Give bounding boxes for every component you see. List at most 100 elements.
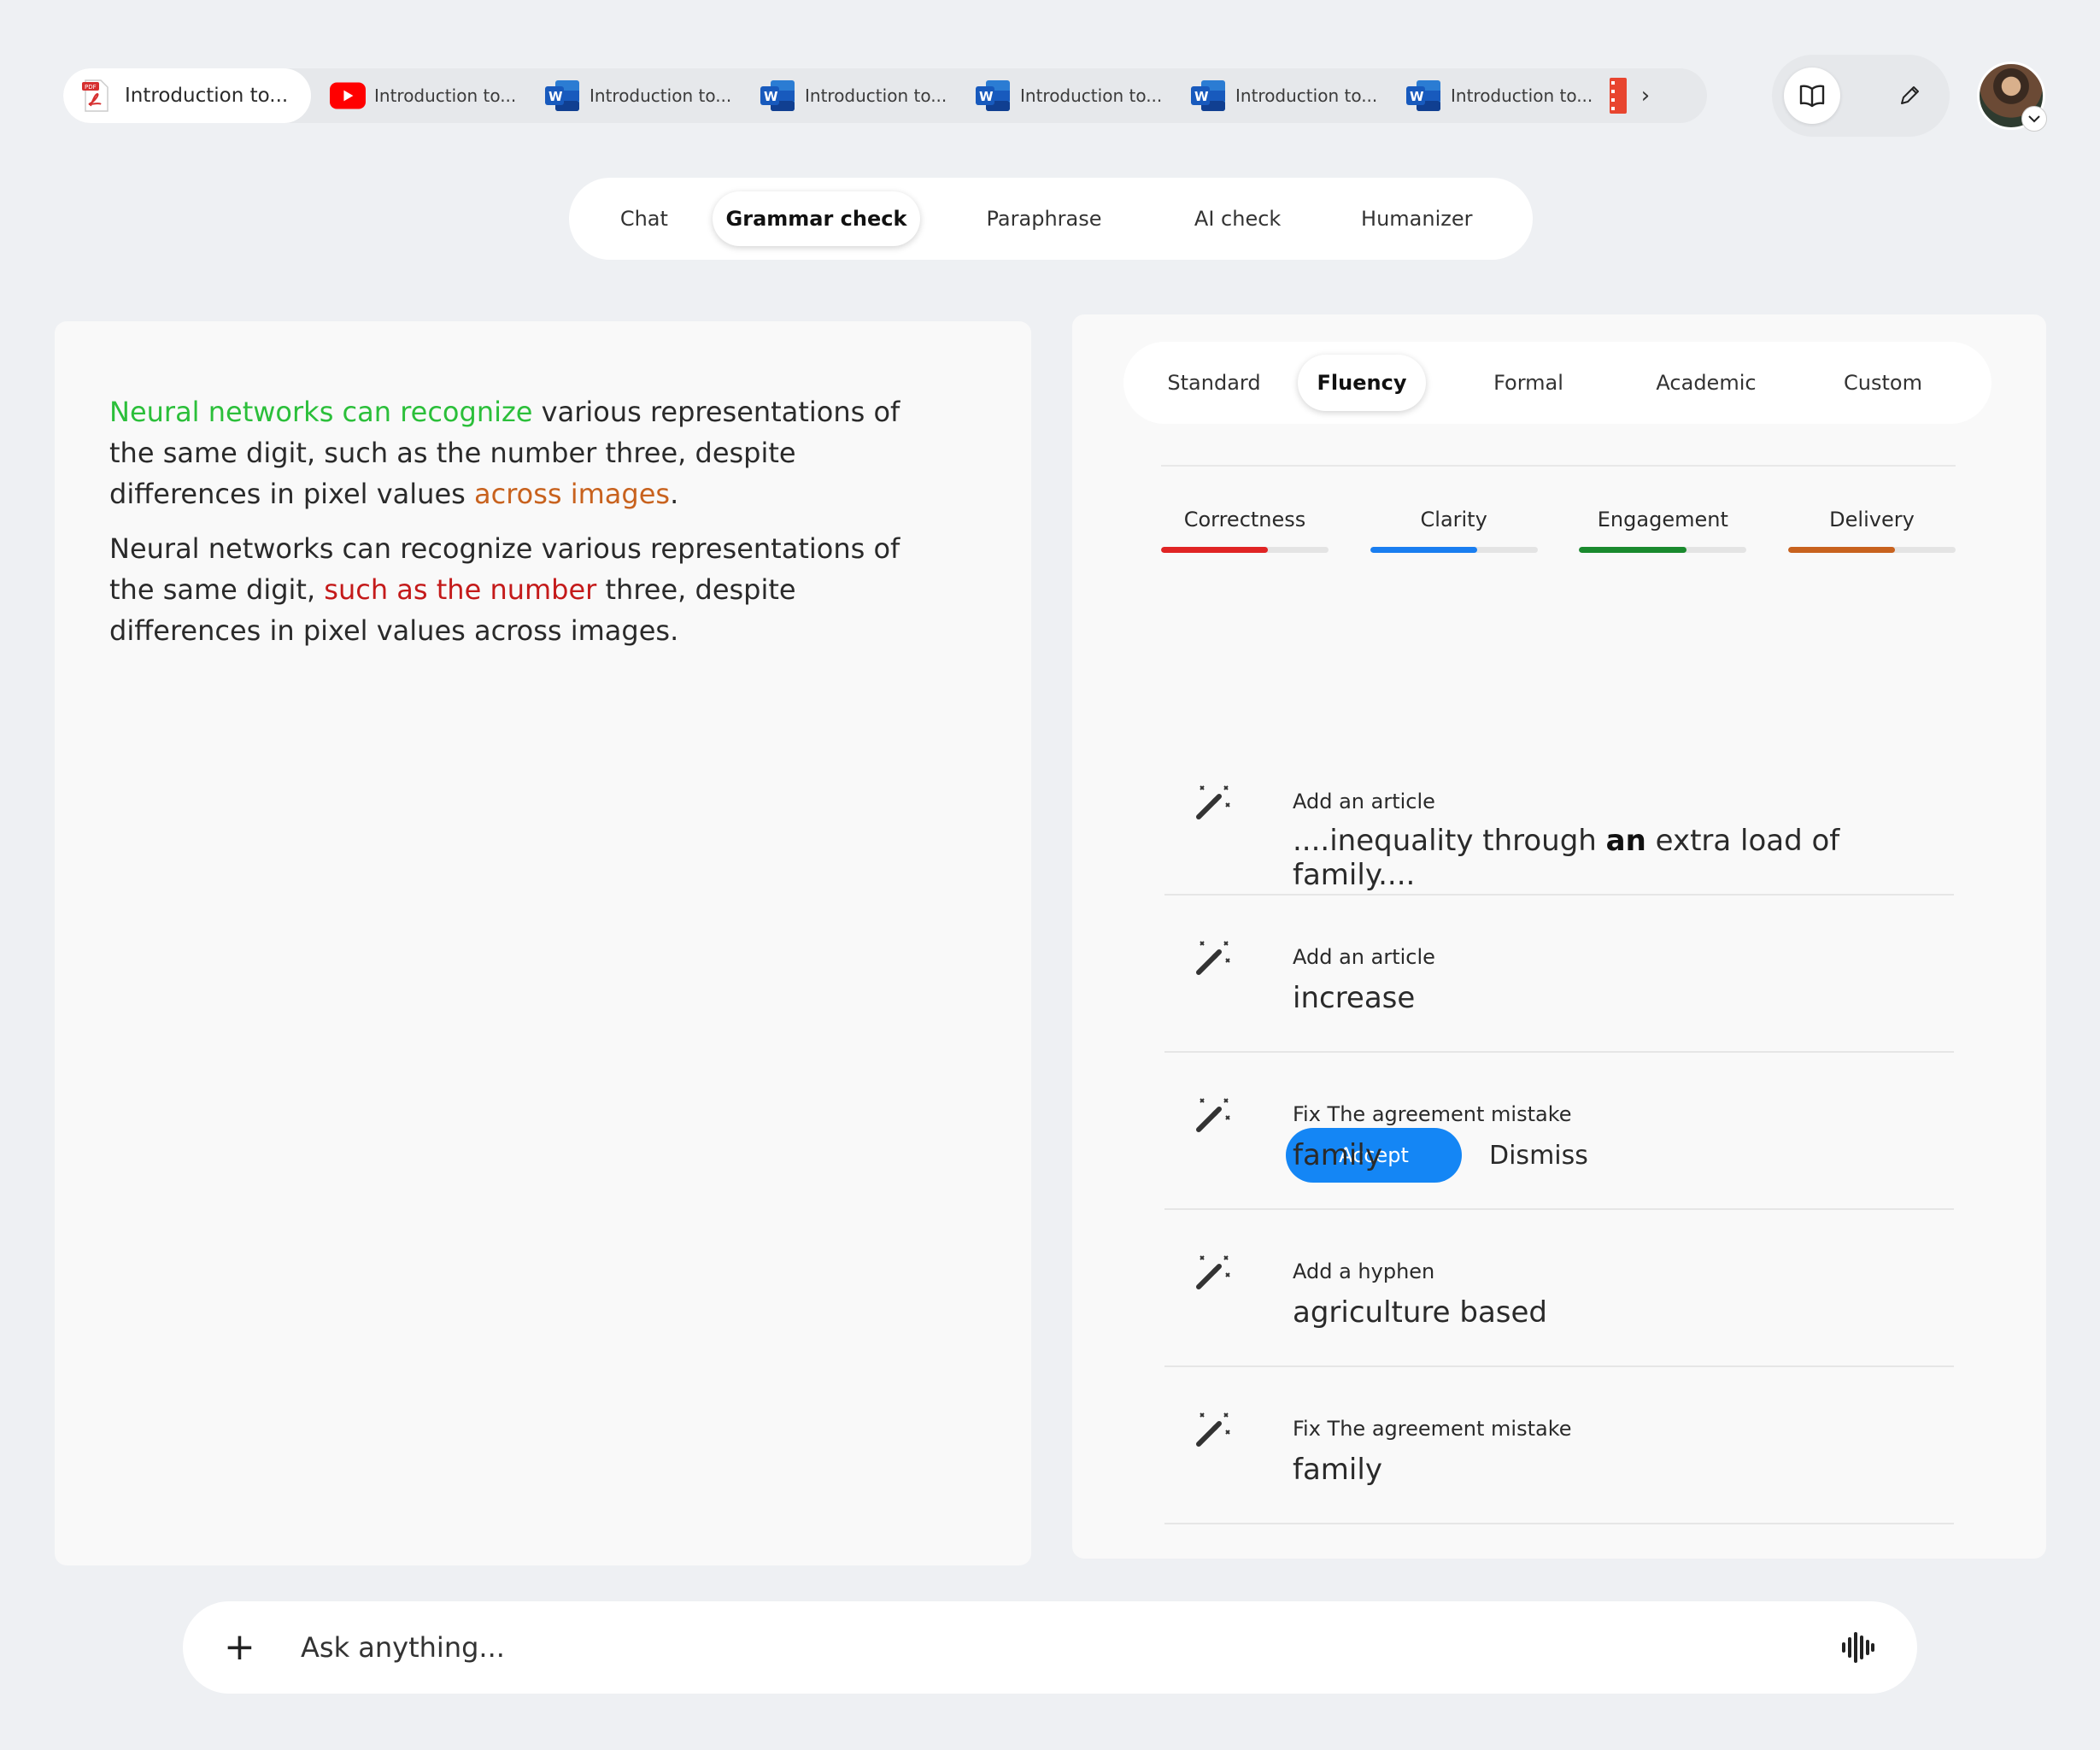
chevron-down-icon (2028, 115, 2040, 123)
tab-label: Introduction to... (1020, 85, 1163, 106)
style-formal[interactable]: Formal (1426, 355, 1631, 411)
metric-bar-fill (1787, 547, 1896, 553)
svg-text:W: W (979, 89, 994, 104)
view-tools (1772, 55, 1950, 137)
metric-bar-fill (1579, 547, 1686, 553)
suggestion-card[interactable]: Add an article increase (1164, 896, 1954, 1053)
suggestion-text: increase (1293, 981, 1416, 1015)
tab-pdf-introduction[interactable]: PDF Introduction to... (63, 68, 311, 123)
metric-bar-fill (1370, 547, 1478, 553)
book-open-icon (1799, 85, 1825, 108)
score-metrics: Correctness Clarity Engagement Delivery (1161, 508, 1956, 553)
account-menu-button[interactable] (2021, 106, 2047, 132)
suggestion-category: Fix The agreement mistake (1293, 1417, 1572, 1441)
ask-bar: + (183, 1601, 1917, 1694)
word-icon: W (1406, 78, 1442, 114)
video-file-icon (1610, 78, 1627, 114)
suggestion-category: Add an article (1293, 945, 1435, 969)
svg-text:W: W (548, 89, 563, 104)
metric-bar (1370, 547, 1538, 553)
mode-chat[interactable]: Chat (576, 191, 713, 246)
word-icon: W (760, 78, 796, 114)
tab-video-partial[interactable] (1603, 78, 1628, 114)
edit-mode-button[interactable] (1881, 68, 1938, 124)
mode-ai-check[interactable]: AI check (1168, 191, 1308, 246)
style-academic[interactable]: Academic (1631, 355, 1781, 411)
chevron-right-icon: › (1640, 83, 1651, 109)
metric-label: Correctness (1183, 508, 1306, 531)
tab-label: Introduction to... (1235, 85, 1378, 106)
inserted-word: an (1605, 824, 1646, 858)
suggestion-category: Add a hyphen (1293, 1260, 1435, 1283)
suggestion-text: family (1293, 1138, 1382, 1172)
divider (1161, 465, 1956, 467)
highlight-correctness[interactable]: such as the number (324, 573, 596, 606)
pdf-icon: PDF (79, 79, 113, 113)
tab-word-introduction-2[interactable]: W Introduction to... (742, 68, 957, 123)
mode-grammar-check[interactable]: Grammar check (712, 191, 921, 246)
word-icon: W (976, 78, 1012, 114)
metric-bar (1579, 547, 1747, 553)
tab-label: Introduction to... (125, 85, 289, 107)
metric-label: Delivery (1829, 508, 1915, 531)
highlight-delivery[interactable]: across images (474, 478, 670, 510)
suggestion-list: Add an article ....inequality through an… (1164, 680, 1954, 1524)
metric-correctness[interactable]: Correctness (1161, 508, 1329, 553)
mode-humanizer[interactable]: Humanizer (1307, 191, 1526, 246)
svg-text:W: W (1194, 89, 1209, 104)
metric-bar (1787, 547, 1956, 553)
add-attachment-button[interactable]: + (224, 1629, 275, 1666)
suggestion-text: family (1293, 1453, 1382, 1487)
tab-youtube-introduction[interactable]: Introduction to... (311, 68, 526, 123)
tab-word-introduction-3[interactable]: W Introduction to... (957, 68, 1172, 123)
suggestion-preview: ....inequality through an extra load of … (1194, 824, 1954, 892)
tab-label: Introduction to... (805, 85, 947, 106)
metric-bar-fill (1161, 547, 1269, 553)
editor-paragraph-2: Neural networks can recognize various re… (109, 528, 912, 651)
metric-label: Engagement (1597, 508, 1728, 531)
metric-label: Clarity (1420, 508, 1487, 531)
svg-text:W: W (764, 89, 778, 104)
tab-label: Introduction to... (374, 85, 517, 106)
suggestion-card[interactable]: Add a hyphen agriculture based (1164, 1210, 1954, 1367)
browser-tab-strip: PDF Introduction to... Introduction to..… (63, 68, 1707, 123)
suggestion-card[interactable]: Fix The agreement mistake family (1164, 1367, 1954, 1524)
highlight-fluency[interactable]: Neural networks can recognize (109, 396, 532, 428)
mode-paraphrase[interactable]: Paraphrase (920, 191, 1167, 246)
style-switch: Standard Fluency Formal Academic Custom (1123, 342, 1991, 424)
tab-label: Introduction to... (1451, 85, 1593, 106)
style-standard[interactable]: Standard (1130, 355, 1298, 411)
editor-paragraph-1: Neural networks can recognize various re… (109, 391, 912, 514)
metric-delivery[interactable]: Delivery (1787, 508, 1956, 553)
paragraph-text: . (670, 478, 679, 510)
tab-word-introduction-4[interactable]: W Introduction to... (1172, 68, 1387, 123)
tab-scroll-right-button[interactable]: › (1628, 68, 1663, 123)
metric-clarity[interactable]: Clarity (1370, 508, 1538, 553)
suggestion-text: agriculture based (1293, 1295, 1547, 1330)
word-icon: W (1191, 78, 1227, 114)
audio-waveform-icon (1842, 1632, 1874, 1663)
svg-text:PDF: PDF (85, 84, 97, 91)
pencil-icon (1901, 86, 1919, 104)
tab-word-introduction-1[interactable]: W Introduction to... (526, 68, 742, 123)
ask-input[interactable] (301, 1631, 1839, 1664)
suggestions-panel: Standard Fluency Formal Academic Custom … (1072, 314, 2046, 1559)
word-icon: W (545, 78, 581, 114)
style-fluency[interactable]: Fluency (1298, 355, 1426, 411)
suggestion-category: Add an article (1293, 790, 1435, 813)
preview-text: ....inequality through (1293, 824, 1606, 858)
mode-switch: Chat Grammar check Paraphrase AI check H… (569, 178, 1533, 260)
voice-input-button[interactable] (1839, 1629, 1876, 1666)
reader-mode-button[interactable] (1784, 68, 1840, 124)
metric-bar (1161, 547, 1329, 553)
suggestion-card[interactable]: Fix The agreement mistake family (1164, 1053, 1954, 1210)
tab-word-introduction-5[interactable]: W Introduction to... (1387, 68, 1603, 123)
youtube-icon (330, 78, 366, 114)
metric-engagement[interactable]: Engagement (1579, 508, 1747, 553)
text-editor[interactable]: Neural networks can recognize various re… (55, 321, 1031, 1565)
suggestion-category: Fix The agreement mistake (1293, 1102, 1572, 1126)
tab-label: Introduction to... (590, 85, 732, 106)
suggestion-card-expanded[interactable]: Add an article ....inequality through an… (1164, 680, 1954, 1183)
svg-text:W: W (1410, 89, 1424, 104)
style-custom[interactable]: Custom (1781, 355, 1985, 411)
